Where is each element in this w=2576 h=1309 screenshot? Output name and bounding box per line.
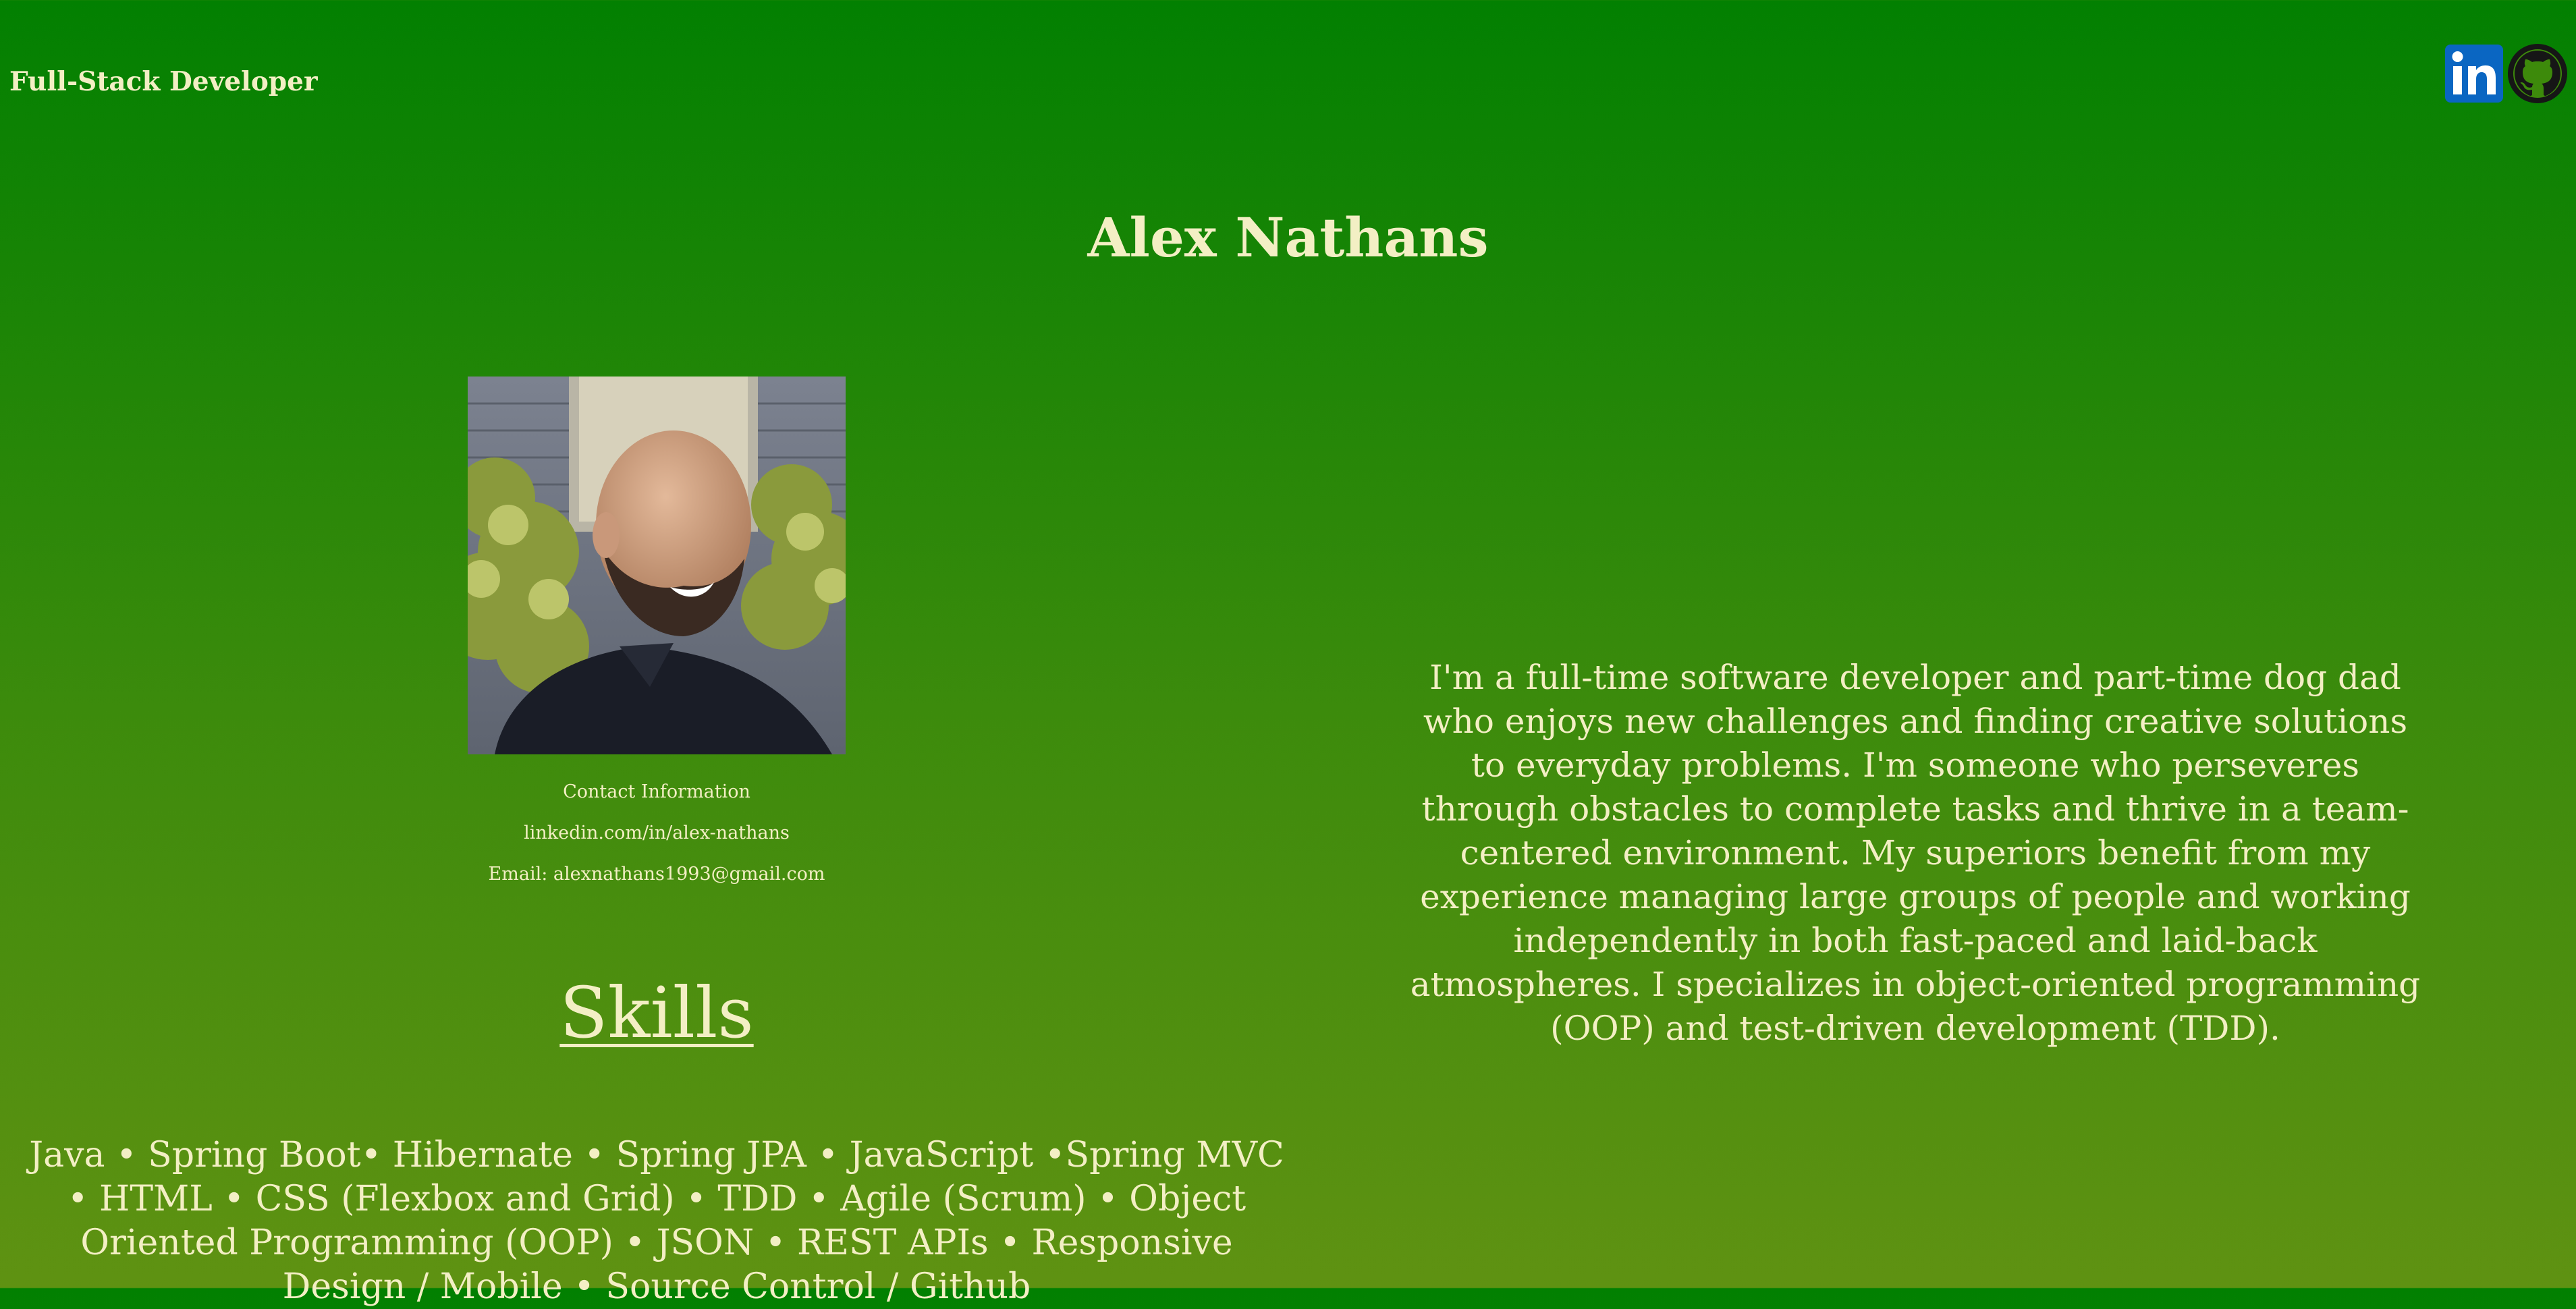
linkedin-icon: [2445, 45, 2503, 103]
contact-heading: Contact Information: [563, 781, 750, 802]
profile-photo-illustration: [468, 377, 846, 754]
email-link[interactable]: Email: alexnathans1993@gmail.com: [489, 864, 825, 885]
contact-section: Contact Information linkedin.com/in/alex…: [387, 771, 927, 895]
about-text: I'm a full-time software developer and p…: [1410, 658, 2421, 1048]
linkedin-link[interactable]: [2444, 43, 2504, 104]
github-link[interactable]: [2507, 43, 2568, 104]
profile-photo: [468, 377, 846, 754]
social-links: [2444, 43, 2568, 104]
skills-heading: Skills: [559, 972, 754, 1054]
page-title: Alex Nathans: [1087, 206, 1489, 269]
linkedin-url-link[interactable]: linkedin.com/in/alex-nathans: [524, 823, 790, 843]
site-role-title: Full-Stack Developer: [9, 66, 318, 97]
skills-list: Java • Spring Boot• Hibernate • Spring J…: [29, 1135, 1284, 1307]
github-icon: [2508, 44, 2567, 103]
